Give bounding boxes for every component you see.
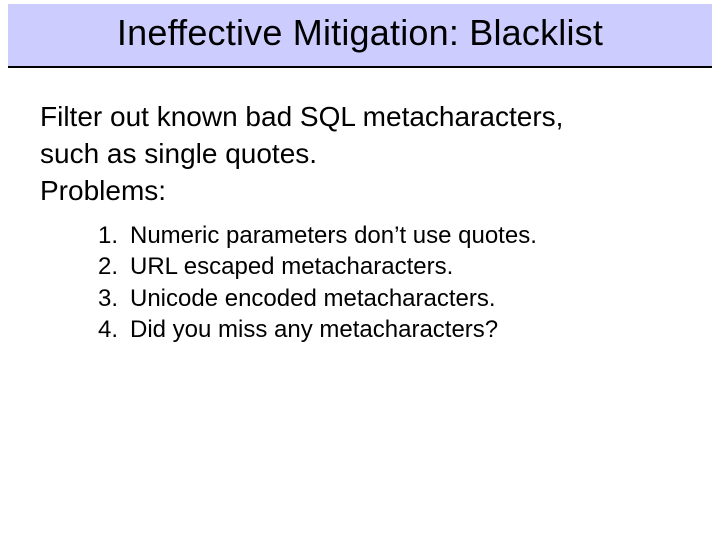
slide-body: Filter out known bad SQL metacharacters,… [40,100,680,346]
list-item: 3. Unicode encoded metacharacters. [84,284,680,313]
problems-label: Problems: [40,174,680,207]
list-item: 2. URL escaped metacharacters. [84,252,680,281]
list-number: 4. [84,315,130,344]
intro-line-2: such as single quotes. [40,137,680,170]
list-text: Unicode encoded metacharacters. [130,284,680,313]
list-item: 1. Numeric parameters don’t use quotes. [84,221,680,250]
numbered-list: 1. Numeric parameters don’t use quotes. … [84,221,680,344]
intro-line-1: Filter out known bad SQL metacharacters, [40,100,680,133]
list-text: URL escaped metacharacters. [130,252,680,281]
list-number: 1. [84,221,130,250]
list-number: 3. [84,284,130,313]
list-item: 4. Did you miss any metacharacters? [84,315,680,344]
list-text: Numeric parameters don’t use quotes. [130,221,680,250]
slide: Ineffective Mitigation: Blacklist Filter… [0,0,720,540]
list-number: 2. [84,252,130,281]
title-bar: Ineffective Mitigation: Blacklist [8,4,712,68]
slide-title: Ineffective Mitigation: Blacklist [8,12,712,54]
list-text: Did you miss any metacharacters? [130,315,680,344]
